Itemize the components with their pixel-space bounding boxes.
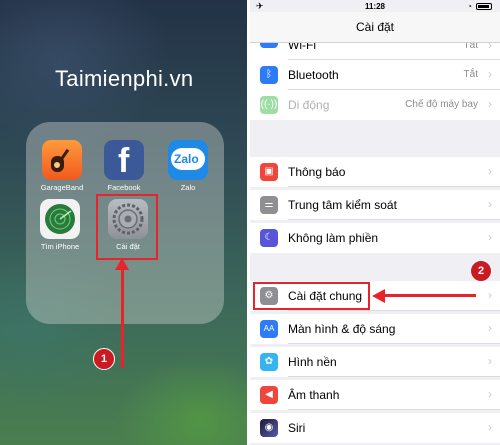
row-label: Bluetooth (288, 68, 339, 82)
row-label: Màn hình & độ sáng (288, 322, 396, 336)
moon-icon: ☾ (260, 229, 278, 247)
settings-row-sounds[interactable]: ◀ Âm thanh › (250, 380, 500, 410)
control-center-icon: ⚌ (260, 196, 278, 214)
arrow-line (384, 294, 476, 297)
row-label: Di động (288, 98, 330, 112)
orientation-lock-icon: ◔ (467, 2, 472, 11)
highlight-box-general-settings (253, 282, 370, 310)
chevron-right-icon: › (488, 354, 492, 368)
settings-row-notifications[interactable]: ▣ Thông báo › (250, 157, 500, 187)
arrow-line (121, 268, 124, 368)
watermark-brand: Taimienphi.vn (55, 66, 194, 91)
wifi-icon: ◠ (260, 43, 278, 48)
settings-row-display-brightness[interactable]: AA Màn hình & độ sáng › (250, 314, 500, 344)
step-badge-2: 2 (470, 260, 492, 282)
facebook-glyph: f (118, 142, 130, 180)
divider (288, 310, 500, 311)
row-value: Tắt (463, 69, 478, 80)
row-label: Không làm phiền (288, 231, 379, 245)
settings-row-wifi[interactable]: ◠ Wi-Fi Tắt › (250, 43, 500, 60)
app-label: Facebook (107, 183, 141, 192)
settings-row-wallpaper[interactable]: ✿ Hình nền › (250, 347, 500, 377)
app-garageband[interactable]: GarageBand (32, 140, 92, 192)
status-bar: ✈ 11:28 ◔ (250, 0, 500, 12)
settings-row-control-center[interactable]: ⚌ Trung tâm kiểm soát › (250, 190, 500, 220)
notifications-icon: ▣ (260, 163, 278, 181)
zalo-icon: Zalo (168, 140, 208, 180)
chevron-right-icon: › (488, 288, 492, 302)
home-screen-panel: Taimienphi.vn GarageBand f Facebook Zalo… (0, 0, 247, 445)
highlight-box-settings-app (96, 194, 158, 260)
chevron-right-icon: › (488, 321, 492, 335)
cellular-icon: ((·)) (260, 96, 278, 114)
app-find-iphone[interactable]: Tìm iPhone (30, 199, 90, 251)
settings-row-cellular[interactable]: ((·)) Di động Chế độ máy bay › (250, 90, 500, 120)
wallpaper-icon: ✿ (260, 353, 278, 371)
chevron-right-icon: › (488, 420, 492, 434)
garageband-icon (42, 140, 82, 180)
navigation-bar: Cài đặt (250, 12, 500, 43)
app-label: Tìm iPhone (40, 242, 80, 251)
row-label: Thông báo (288, 165, 346, 179)
chevron-right-icon: › (488, 43, 492, 52)
divider (288, 219, 500, 220)
row-label: Hình nền (288, 355, 337, 369)
row-label: Wi-Fi (288, 43, 316, 52)
status-time: 11:28 (364, 2, 386, 11)
chevron-right-icon: › (488, 97, 492, 111)
chevron-right-icon: › (488, 230, 492, 244)
bluetooth-icon: ᛒ (260, 66, 278, 84)
step-badge-1: 1 (93, 348, 115, 370)
battery-icon (476, 3, 492, 10)
row-label: Trung tâm kiểm soát (288, 198, 397, 212)
app-label: Zalo (180, 183, 196, 192)
settings-row-siri[interactable]: ◉ Siri › (250, 413, 500, 443)
settings-row-bluetooth[interactable]: ᛒ Bluetooth Tắt › (250, 60, 500, 90)
settings-row-do-not-disturb[interactable]: ☾ Không làm phiền › (250, 223, 500, 253)
chevron-right-icon: › (488, 387, 492, 401)
siri-icon: ◉ (260, 419, 278, 437)
facebook-icon: f (104, 140, 144, 180)
app-facebook[interactable]: f Facebook (94, 140, 154, 192)
radar-icon (40, 199, 80, 239)
sound-icon: ◀ (260, 386, 278, 404)
chevron-right-icon: › (488, 164, 492, 178)
settings-panel: ✈ 11:28 ◔ Cài đặt ◠ Wi-Fi Tắt › ᛒ Blueto… (250, 0, 500, 445)
chevron-right-icon: › (488, 67, 492, 81)
display-icon: AA (260, 320, 278, 338)
page-title: Cài đặt (355, 20, 395, 34)
divider (288, 186, 500, 187)
row-value: Chế độ máy bay (405, 99, 478, 110)
row-value: Tắt (463, 43, 478, 51)
row-label: Âm thanh (288, 388, 340, 402)
row-label: Siri (288, 421, 306, 435)
divider (288, 343, 500, 344)
app-label: GarageBand (40, 183, 84, 192)
arrow-up-icon (115, 258, 129, 270)
zalo-glyph: Zalo (174, 152, 199, 166)
divider (288, 376, 500, 377)
chevron-right-icon: › (488, 197, 492, 211)
divider (288, 409, 500, 410)
app-zalo[interactable]: Zalo Zalo (158, 140, 218, 192)
